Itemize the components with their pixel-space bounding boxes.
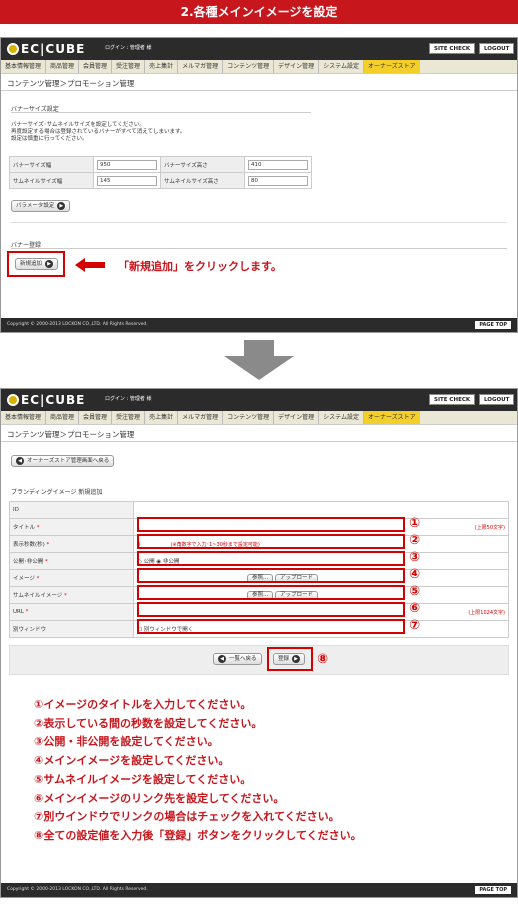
- footer: Copyright © 2000-2013 LOCKON CO.,LTD. Al…: [1, 318, 517, 332]
- back-to-list-button[interactable]: ◀ 一覧へ戻る: [213, 653, 262, 665]
- size-table: バナーサイズ幅 950 バナーサイズ高さ 410 サムネイルサイズ幅 145 サムネイルサ…: [9, 156, 312, 189]
- nav-item[interactable]: メルマガ管理: [178, 60, 224, 73]
- highlight-box: [137, 619, 405, 634]
- nav-item[interactable]: メルマガ管理: [178, 411, 224, 424]
- highlight-box: [267, 647, 313, 671]
- logout-button[interactable]: LOGOUT: [479, 394, 515, 405]
- nav-item[interactable]: デザイン管理: [274, 411, 320, 424]
- highlight-box: [137, 551, 405, 566]
- nav-item-owners-store[interactable]: オーナーズストア: [363, 60, 420, 73]
- banner-width-input[interactable]: 950: [97, 159, 157, 170]
- footer: Copyright © 2000-2013 LOCKON CO.,LTD. Al…: [1, 883, 517, 897]
- highlight-box: [137, 517, 405, 532]
- form-row: ID: [9, 501, 509, 519]
- nav-item[interactable]: システム設定: [319, 411, 364, 424]
- section-title: ブランディングイメージ 新規追加: [11, 489, 103, 496]
- step-number: ⑦: [409, 618, 421, 633]
- step-number: ③: [409, 550, 421, 565]
- nav-item[interactable]: 会員管理: [79, 411, 113, 424]
- step-number: ①: [409, 516, 421, 531]
- banner-height-input[interactable]: 410: [248, 159, 308, 170]
- nav-item[interactable]: コンテンツ管理: [223, 411, 275, 424]
- breadcrumb: コンテンツ管理＞プロモーション管理: [1, 425, 517, 442]
- step-number: ⑥: [409, 601, 421, 616]
- title-banner: 2.各種メインイメージを設定: [0, 0, 518, 24]
- nav-item[interactable]: 会員管理: [79, 60, 113, 73]
- nav-item[interactable]: 基本情報管理: [1, 60, 47, 73]
- nav-item[interactable]: 商品管理: [46, 60, 80, 73]
- step-number: ④: [409, 567, 421, 582]
- step-number: ②: [409, 533, 421, 548]
- highlight-box: [137, 568, 405, 583]
- nav-item[interactable]: 基本情報管理: [1, 411, 47, 424]
- highlight-box: [137, 602, 405, 617]
- breadcrumb: コンテンツ管理＞プロモーション管理: [1, 74, 517, 91]
- callout-text: 「新規追加」をクリックします。: [118, 260, 282, 273]
- logout-button[interactable]: LOGOUT: [479, 43, 515, 54]
- nav-item-owners-store[interactable]: オーナーズストア: [363, 411, 420, 424]
- step-number: ⑤: [409, 584, 421, 599]
- screenshot-banner-list: EC|CUBE ログイン : 管理者 様 SITE CHECK LOGOUT 基…: [0, 37, 518, 333]
- site-check-button[interactable]: SITE CHECK: [429, 394, 476, 405]
- arrow-left-icon: [75, 258, 105, 272]
- nav-item[interactable]: 売上集計: [145, 411, 179, 424]
- page-top-button[interactable]: PAGE TOP: [475, 321, 511, 329]
- nav-item[interactable]: 受注管理: [112, 411, 146, 424]
- main-nav: 基本情報管理 商品管理 会員管理 受注管理 売上集計 メルマガ管理 コンテンツ管理 デザイン管…: [1, 60, 517, 74]
- back-to-store-button[interactable]: ◀ オーナーズストア管理画面へ戻る: [11, 455, 115, 467]
- highlight-box: [137, 534, 405, 549]
- nav-item[interactable]: 受注管理: [112, 60, 146, 73]
- nav-item[interactable]: システム設定: [319, 60, 364, 73]
- highlight-box: [7, 251, 65, 277]
- main-nav: 基本情報管理 商品管理 会員管理 受注管理 売上集計 メルマガ管理 コンテンツ管理 デザイン管…: [1, 411, 517, 425]
- admin-header: EC|CUBE ログイン : 管理者 様 SITE CHECK LOGOUT: [1, 38, 517, 60]
- nav-item[interactable]: コンテンツ管理: [223, 60, 275, 73]
- step-number: ⑧: [317, 652, 329, 667]
- nav-item[interactable]: 商品管理: [46, 411, 80, 424]
- login-info: ログイン : 管理者 様: [105, 396, 152, 402]
- nav-item[interactable]: デザイン管理: [274, 60, 320, 73]
- instructions: ①イメージのタイトルを入力してください。 ②表示している間の秒数を設定してください…: [34, 698, 362, 842]
- nav-item[interactable]: 売上集計: [145, 60, 179, 73]
- arrow-down-icon: [224, 340, 294, 380]
- eccube-logo: EC|CUBE: [7, 42, 85, 56]
- notes: バナーサイズ･サムネイルサイズを設定してください。 再度設定する場合は登録されてい…: [11, 122, 186, 142]
- page-top-button[interactable]: PAGE TOP: [475, 886, 511, 894]
- eccube-logo: EC|CUBE: [7, 393, 85, 407]
- thumb-height-input[interactable]: 80: [248, 175, 308, 186]
- admin-header: EC|CUBE ログイン : 管理者 様 SITE CHECK LOGOUT: [1, 389, 517, 411]
- site-check-button[interactable]: SITE CHECK: [429, 43, 476, 54]
- login-info: ログイン : 管理者 様: [105, 45, 152, 51]
- parameter-set-button[interactable]: パラメータ設定 ▶: [11, 200, 71, 212]
- highlight-box: [137, 585, 405, 600]
- thumb-width-input[interactable]: 145: [97, 175, 157, 186]
